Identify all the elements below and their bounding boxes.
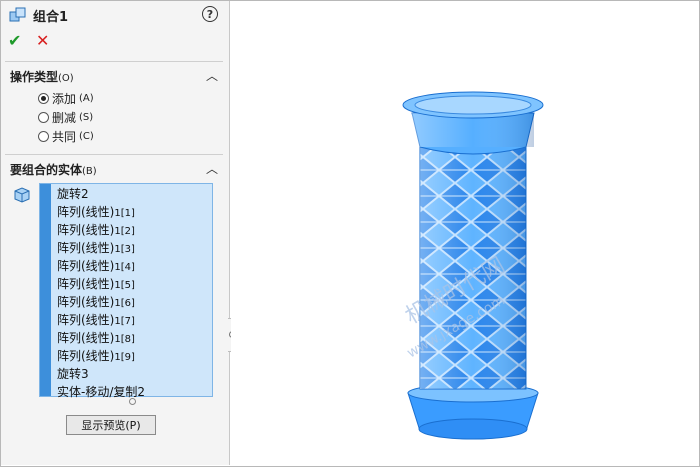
radio-common-label: 共同 bbox=[52, 130, 77, 144]
operation-type-key: (O) bbox=[58, 73, 74, 84]
list-item[interactable]: 旋转2 bbox=[57, 186, 145, 204]
bodies-title: 要组合的实体 bbox=[10, 163, 83, 177]
operation-type-header[interactable]: 操作类型(O) bbox=[10, 68, 74, 85]
radio-common-dot[interactable] bbox=[38, 131, 49, 142]
show-preview-button[interactable]: 显示预览 (P) bbox=[66, 415, 156, 435]
bodies-list: 旋转2 阵列(线性)1[1] 阵列(线性)1[2] 阵列(线性)1[3] 阵列(… bbox=[57, 186, 145, 402]
list-item[interactable]: 阵列(线性)1[3] bbox=[57, 240, 145, 258]
property-manager: 组合1 ? ✔ ✕ 操作类型(O) ︿ 添加 (A) 删减 (S) 共同 (C) 要组… bbox=[1, 1, 230, 465]
collapse-bodies-icon[interactable]: ︿ bbox=[206, 160, 218, 177]
radio-common[interactable]: 共同 (C) bbox=[38, 128, 94, 145]
bodies-key: (B) bbox=[82, 166, 97, 177]
top-opening bbox=[414, 95, 532, 115]
combined-body-model[interactable] bbox=[231, 1, 698, 465]
ok-button[interactable]: ✔ bbox=[8, 31, 21, 50]
list-item[interactable]: 旋转3 bbox=[57, 366, 145, 384]
list-resize-handle[interactable] bbox=[129, 398, 136, 405]
list-item[interactable]: 阵列(线性)1[4] bbox=[57, 258, 145, 276]
base-bottom bbox=[418, 418, 528, 440]
radio-add-label: 添加 bbox=[52, 92, 77, 106]
radio-subtract[interactable]: 删减 (S) bbox=[38, 109, 93, 126]
combine-icon bbox=[9, 7, 26, 22]
divider bbox=[5, 61, 223, 62]
radio-common-key: (C) bbox=[79, 131, 94, 142]
help-icon[interactable]: ? bbox=[202, 6, 218, 22]
list-item[interactable]: 阵列(线性)1[2] bbox=[57, 222, 145, 240]
radio-subtract-label: 删减 bbox=[52, 111, 77, 125]
list-item[interactable]: 阵列(线性)1[6] bbox=[57, 294, 145, 312]
cancel-button[interactable]: ✕ bbox=[36, 31, 49, 50]
radio-add-dot[interactable] bbox=[38, 93, 49, 104]
divider bbox=[5, 154, 223, 155]
collapse-operation-icon[interactable]: ︿ bbox=[206, 67, 218, 84]
radio-add-key: (A) bbox=[79, 93, 94, 104]
pm-title: 组合1 bbox=[33, 9, 69, 25]
show-preview-label: 显示预览 bbox=[81, 419, 126, 432]
list-item[interactable]: 阵列(线性)1[1] bbox=[57, 204, 145, 222]
list-item[interactable]: 阵列(线性)1[7] bbox=[57, 312, 145, 330]
operation-type-title: 操作类型 bbox=[10, 70, 59, 84]
bodies-listbox[interactable]: 旋转2 阵列(线性)1[1] 阵列(线性)1[2] 阵列(线性)1[3] 阵列(… bbox=[39, 183, 213, 399]
list-item[interactable]: 阵列(线性)1[5] bbox=[57, 276, 145, 294]
show-preview-key: (P) bbox=[125, 418, 141, 432]
solid-body-icon bbox=[14, 187, 30, 203]
graphics-viewport[interactable]: 机械时代网 www.jxage.com bbox=[231, 1, 698, 465]
bodies-header[interactable]: 要组合的实体(B) bbox=[10, 161, 97, 178]
pm-header: 组合1 bbox=[9, 5, 68, 25]
radio-subtract-dot[interactable] bbox=[38, 112, 49, 123]
list-item[interactable]: 阵列(线性)1[9] bbox=[57, 348, 145, 366]
list-item[interactable]: 阵列(线性)1[8] bbox=[57, 330, 145, 348]
listbox-selection-bar bbox=[40, 184, 51, 396]
radio-subtract-key: (S) bbox=[79, 112, 94, 123]
radio-add[interactable]: 添加 (A) bbox=[38, 90, 94, 107]
